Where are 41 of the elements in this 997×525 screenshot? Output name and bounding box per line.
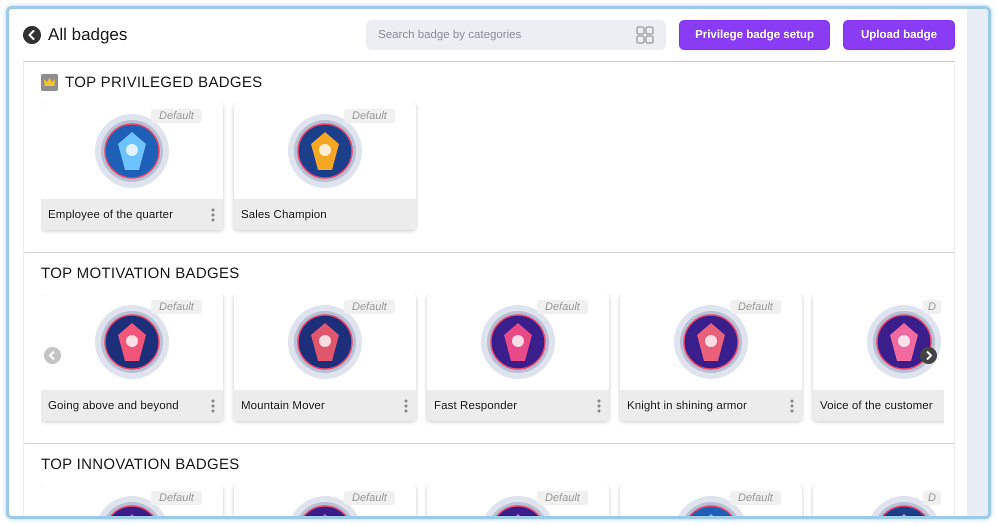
more-icon[interactable] <box>597 398 601 412</box>
badge-name: Fast Responder <box>434 400 518 412</box>
default-tag: Default <box>151 109 202 123</box>
badge-card[interactable]: Default Mountain Mover <box>234 294 416 421</box>
more-icon[interactable] <box>211 398 215 412</box>
default-tag: Default <box>730 300 781 314</box>
default-tag: D <box>923 300 941 314</box>
default-tag: Default <box>151 300 202 314</box>
more-icon[interactable] <box>790 398 794 412</box>
badge-card[interactable]: Default Sales Champion <box>234 103 416 230</box>
badge-name: Employee of the quarter <box>48 208 174 220</box>
default-tag: Default <box>537 300 588 314</box>
section-title: TOP PRIVILEGED BADGES <box>65 74 262 90</box>
back-icon[interactable] <box>23 26 41 44</box>
default-tag: Default <box>344 300 395 314</box>
badge-name: Going above and beyond <box>48 400 179 412</box>
badge-name: Knight in shining armor <box>627 400 747 412</box>
badge-name: Sales Champion <box>241 208 327 220</box>
more-icon[interactable] <box>211 208 215 222</box>
more-icon[interactable] <box>404 398 408 412</box>
action-button[interactable]: Privilege badge setup <box>679 20 830 50</box>
action-button[interactable]: Upload badge <box>842 20 955 50</box>
default-tag: Default <box>151 491 202 505</box>
section-title: TOP INNOVATION BADGES <box>41 456 240 472</box>
badge-card[interactable]: Default Going above and beyond <box>41 294 223 421</box>
default-tag: Default <box>537 491 588 505</box>
badge-card[interactable]: D Voice of the customer <box>813 294 944 421</box>
medal-icon <box>865 303 943 381</box>
search-field[interactable]: Search badge by categories <box>366 20 666 50</box>
default-tag: Default <box>730 491 781 505</box>
badge-card[interactable]: Default Fast Responder <box>427 294 609 421</box>
default-tag: Default <box>344 491 395 505</box>
grid-icon[interactable] <box>636 26 654 44</box>
badge-card[interactable]: Default Knight in shining armor <box>620 294 802 421</box>
badge-card[interactable]: Default Employee of the quarter <box>41 103 223 230</box>
badge-name: Mountain Mover <box>241 400 325 412</box>
section-title: TOP MOTIVATION BADGES <box>41 264 240 282</box>
default-tag: Default <box>344 109 395 123</box>
default-tag: D <box>923 491 941 505</box>
badge-name: Voice of the customer <box>820 400 933 412</box>
page-title: All badges <box>48 25 128 45</box>
